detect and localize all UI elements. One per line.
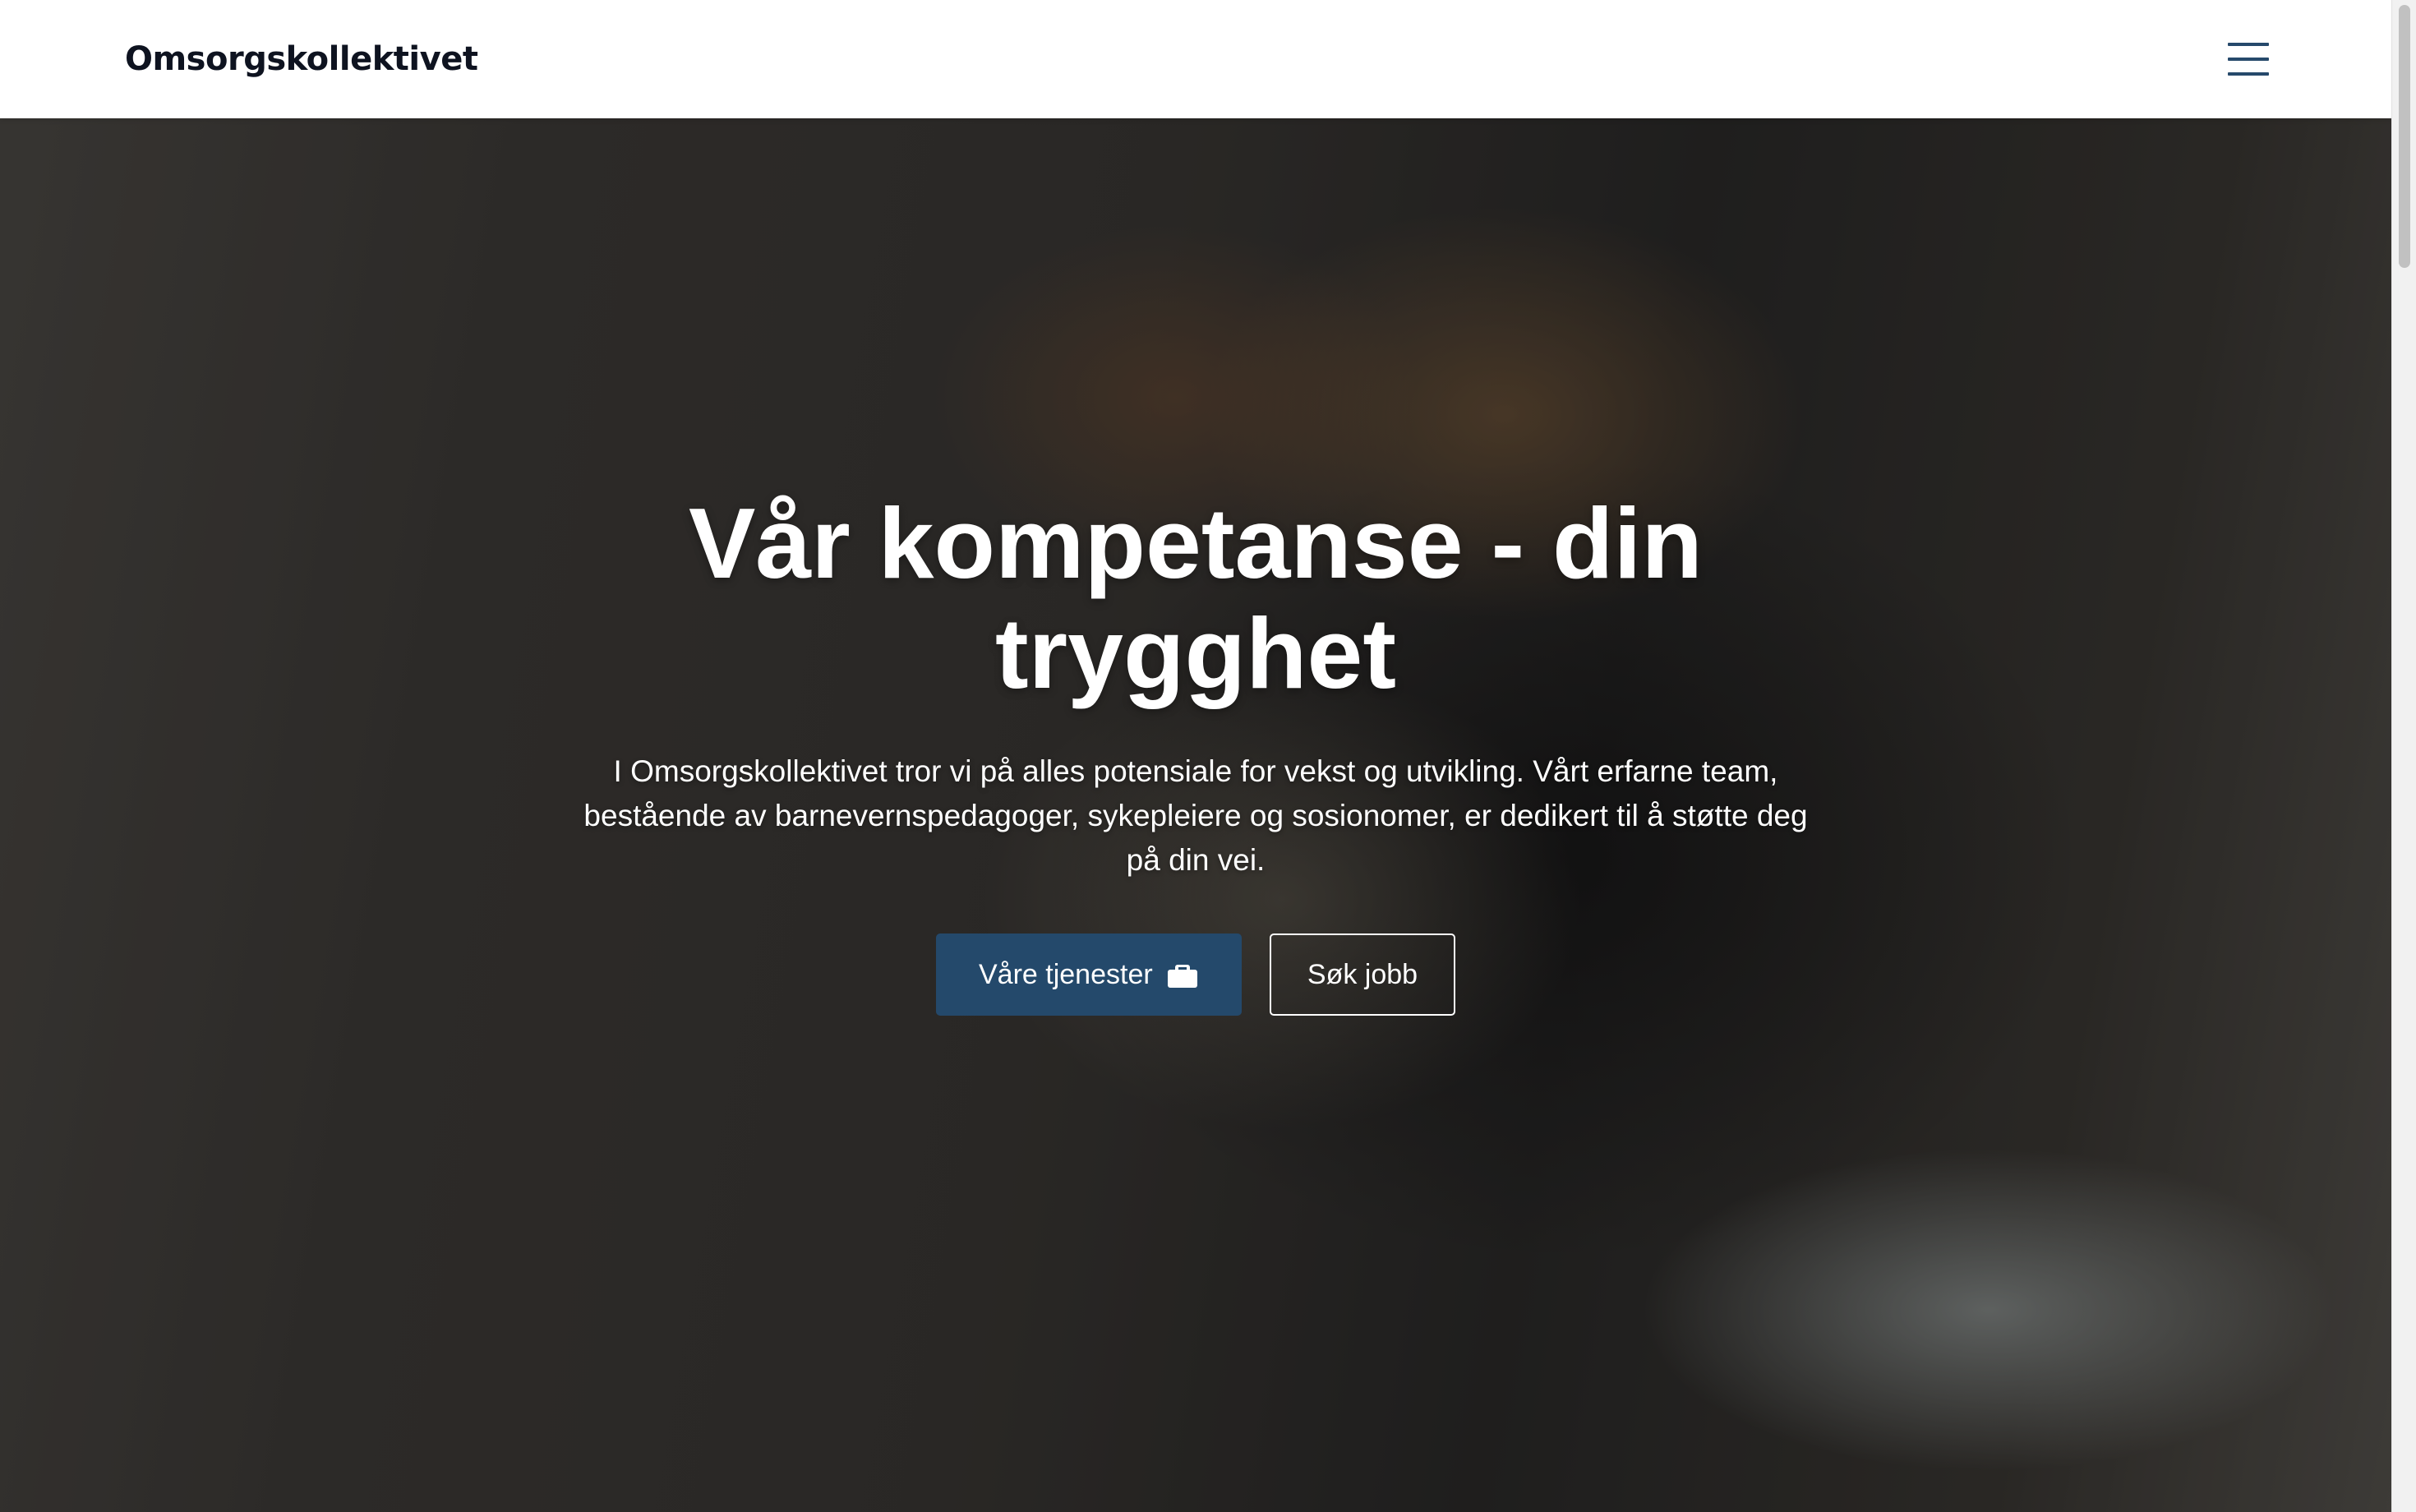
site-logo[interactable]: Omsorgskollektivet: [125, 40, 478, 78]
menu-bar: [2228, 43, 2269, 46]
hero-title: Vår kompetanse - din trygghet: [689, 487, 1703, 709]
services-button[interactable]: Våre tjenester: [936, 933, 1242, 1016]
apply-job-button-label: Søk jobb: [1307, 958, 1418, 990]
scrollbar-thumb[interactable]: [2399, 5, 2410, 268]
hero-buttons: Våre tjenester Søk jobb: [0, 933, 2391, 1016]
page-scrollbar[interactable]: [2391, 0, 2416, 1512]
hamburger-menu-icon[interactable]: [2225, 39, 2271, 79]
apply-job-button[interactable]: Søk jobb: [1270, 933, 1455, 1016]
briefcase-icon: [1166, 958, 1199, 991]
hero-section: Vår kompetanse - din trygghet I Omsorgsk…: [0, 118, 2391, 1512]
services-button-label: Våre tjenester: [979, 958, 1153, 990]
menu-bar: [2228, 72, 2269, 76]
page: Omsorgskollektivet Vår kompetanse - din …: [0, 0, 2391, 1512]
site-header: Omsorgskollektivet: [0, 0, 2391, 118]
hero-content: Vår kompetanse - din trygghet I Omsorgsk…: [0, 488, 2391, 1016]
hero-description: I Omsorgskollektivet tror vi på alles po…: [583, 754, 1808, 877]
menu-bar: [2228, 58, 2269, 61]
